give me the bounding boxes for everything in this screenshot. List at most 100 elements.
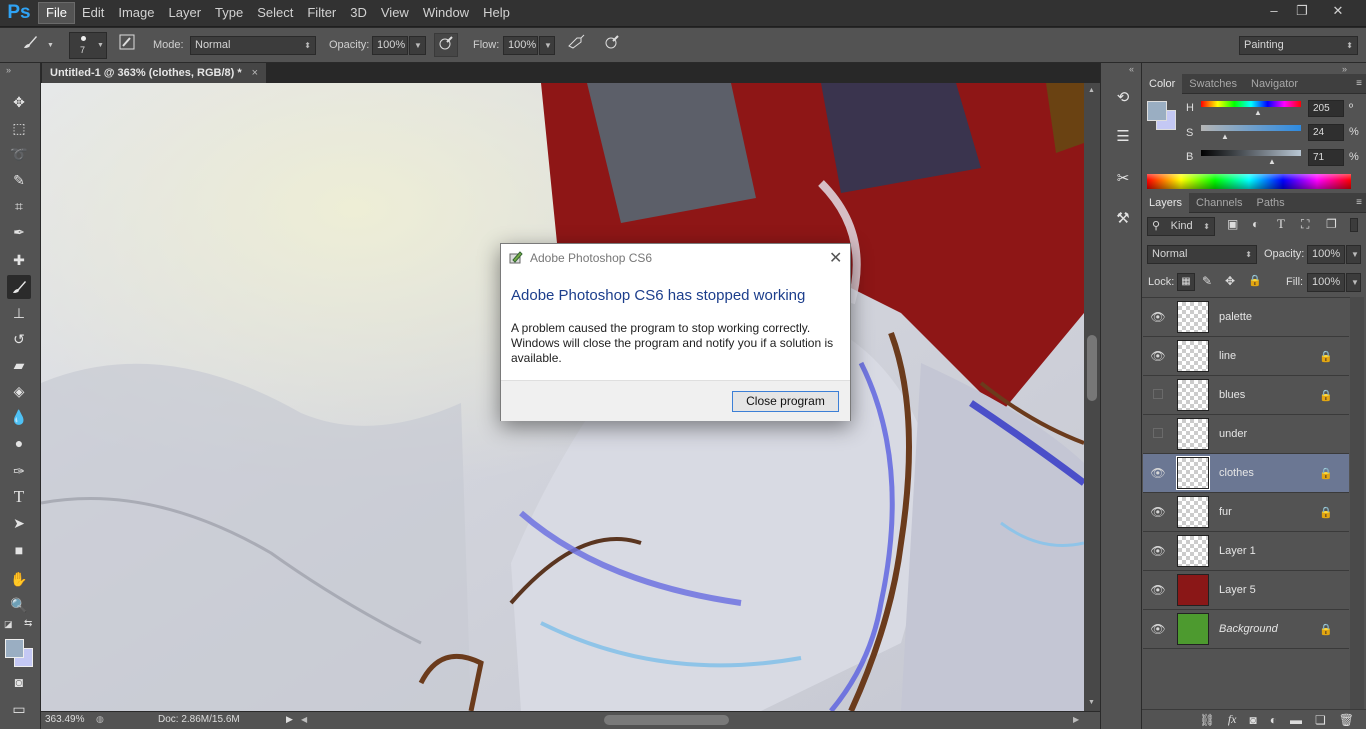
brush-panel-toggle-icon[interactable] (115, 33, 139, 57)
tab-navigator[interactable]: Navigator (1244, 74, 1305, 94)
close-tab-icon[interactable]: × (252, 67, 258, 79)
collapse-panels-icon[interactable]: » (1342, 64, 1347, 74)
filter-adjustment-icon[interactable]: ◐ (1252, 217, 1259, 231)
collapse-dock-icon[interactable]: « (1129, 64, 1134, 74)
airbrush-icon[interactable] (564, 33, 588, 57)
lock-all-icon[interactable]: 🔒 (1248, 274, 1262, 287)
opacity-input[interactable]: 100% (372, 36, 408, 55)
close-icon[interactable]: ✕ (829, 248, 842, 268)
scroll-up-icon[interactable]: ▲ (1088, 87, 1095, 94)
menu-edit[interactable]: Edit (75, 2, 111, 24)
eraser-tool-icon[interactable]: ▰ (7, 353, 31, 377)
brush-preset-icon[interactable] (18, 33, 42, 57)
layer-row[interactable]: 👁 line 🔒 (1143, 337, 1349, 376)
collapse-toolbar-icon[interactable]: » (6, 65, 11, 75)
horizontal-scroll-thumb[interactable] (604, 715, 729, 725)
saturation-slider[interactable] (1201, 125, 1301, 131)
menu-file[interactable]: File (38, 2, 75, 24)
lock-transparent-icon[interactable]: ▦ (1177, 273, 1195, 291)
path-selection-tool-icon[interactable]: ➤ (7, 511, 31, 535)
layer-row[interactable]: 👁 Layer 5 (1143, 571, 1349, 610)
rectangle-tool-icon[interactable]: ■ (7, 538, 31, 562)
layer-row[interactable]: 👁 Layer 1 (1143, 532, 1349, 571)
visibility-eye-icon[interactable] (1149, 427, 1167, 441)
tool-presets-panel-icon[interactable]: ✂ (1111, 167, 1135, 191)
new-group-icon[interactable]: ▬ (1290, 713, 1302, 727)
menu-layer[interactable]: Layer (162, 2, 209, 24)
scroll-right-icon[interactable]: ▶ (1073, 715, 1079, 724)
blend-mode-select[interactable]: Normal ⬍ (1147, 245, 1257, 264)
blur-tool-icon[interactable]: 💧 (7, 405, 31, 429)
workspace-select[interactable]: Painting ⬍ (1239, 36, 1358, 55)
pen-tool-icon[interactable]: ✑ (7, 459, 31, 483)
adjustment-layer-icon[interactable]: ◐ (1270, 713, 1277, 727)
visibility-eye-icon[interactable]: 👁 (1149, 466, 1167, 480)
panel-menu-icon[interactable]: ≡ (1356, 197, 1362, 208)
chevron-down-icon[interactable]: ▼ (47, 42, 54, 49)
lock-position-icon[interactable]: ✥ (1225, 274, 1235, 288)
filter-shape-icon[interactable]: ⛶ (1301, 217, 1309, 232)
close-window-button[interactable]: ✕ (1326, 1, 1350, 21)
pressure-size-icon[interactable] (600, 33, 624, 57)
default-colors-icon[interactable]: ◪ (4, 619, 13, 630)
hand-tool-icon[interactable]: ✋ (7, 567, 31, 591)
color-foreground-swatch[interactable] (1147, 101, 1167, 121)
crop-tool-icon[interactable]: ⌗ (7, 194, 31, 218)
new-layer-icon[interactable]: ❏ (1315, 713, 1326, 727)
minimize-button[interactable]: – (1262, 1, 1286, 21)
clone-source-panel-icon[interactable]: ⚒ (1111, 207, 1135, 231)
tab-color[interactable]: Color (1142, 73, 1183, 94)
menu-view[interactable]: View (374, 2, 416, 24)
lock-image-icon[interactable]: ✎ (1202, 274, 1212, 288)
quick-mask-icon[interactable]: ◙ (7, 670, 31, 694)
vertical-scroll-thumb[interactable] (1087, 335, 1097, 401)
status-menu-icon[interactable]: ▶ (286, 714, 293, 725)
pressure-opacity-icon[interactable] (434, 33, 458, 57)
color-ramp[interactable] (1147, 174, 1351, 189)
clone-stamp-tool-icon[interactable]: ⊥ (7, 301, 31, 325)
menu-3d[interactable]: 3D (343, 2, 374, 24)
menu-type[interactable]: Type (208, 2, 250, 24)
layer-row[interactable]: 👁 fur 🔒 (1143, 493, 1349, 532)
filter-type-icon[interactable]: T (1277, 216, 1285, 232)
close-program-button[interactable]: Close program (732, 391, 839, 412)
flow-dropdown-icon[interactable]: ▼ (539, 36, 555, 55)
filter-pixel-icon[interactable]: ▣ (1227, 217, 1238, 231)
brightness-slider-handle[interactable]: ▲ (1268, 157, 1276, 166)
visibility-eye-icon[interactable]: 👁 (1149, 583, 1167, 597)
scroll-down-icon[interactable]: ▼ (1088, 699, 1095, 706)
visibility-eye-icon[interactable]: 👁 (1149, 310, 1167, 324)
fill-input[interactable]: 100% (1307, 273, 1345, 292)
healing-brush-tool-icon[interactable]: ✚ (7, 248, 31, 272)
tab-layers[interactable]: Layers (1142, 192, 1190, 213)
paint-bucket-tool-icon[interactable]: ◈ (7, 379, 31, 403)
foreground-color-swatch[interactable] (5, 639, 24, 658)
visibility-eye-icon[interactable] (1149, 388, 1167, 402)
history-panel-icon[interactable]: ⟲ (1111, 86, 1135, 110)
flow-input[interactable]: 100% (503, 36, 538, 55)
layer-row[interactable]: 👁 clothes 🔒 (1143, 454, 1349, 493)
filter-toggle[interactable] (1350, 218, 1358, 232)
menu-select[interactable]: Select (250, 2, 300, 24)
brightness-value[interactable]: 71 (1308, 149, 1344, 166)
hue-value[interactable]: 205 (1308, 100, 1344, 117)
layer-row[interactable]: 👁 Background 🔒 (1143, 610, 1349, 649)
menu-filter[interactable]: Filter (300, 2, 343, 24)
visibility-eye-icon[interactable]: 👁 (1149, 544, 1167, 558)
brightness-slider[interactable] (1201, 150, 1301, 156)
saturation-value[interactable]: 24 (1308, 124, 1344, 141)
filter-smart-object-icon[interactable]: ❐ (1326, 217, 1337, 231)
hue-slider[interactable] (1201, 101, 1301, 107)
restore-button[interactable]: ❐ (1290, 1, 1314, 21)
type-tool-icon[interactable]: T (7, 485, 31, 509)
layer-row[interactable]: 👁 palette (1143, 298, 1349, 337)
layer-opacity-dropdown-icon[interactable]: ▼ (1346, 245, 1361, 264)
saturation-slider-handle[interactable]: ▲ (1221, 132, 1229, 141)
menu-help[interactable]: Help (476, 2, 517, 24)
vertical-scrollbar[interactable]: ▲ ▼ (1084, 83, 1100, 711)
brush-tool-icon[interactable] (7, 275, 31, 299)
visibility-eye-icon[interactable]: 👁 (1149, 622, 1167, 636)
lasso-tool-icon[interactable]: ➰ (7, 142, 31, 166)
brush-size-picker[interactable]: 7 ▼ (69, 32, 107, 59)
panel-menu-icon[interactable]: ≡ (1356, 78, 1362, 89)
